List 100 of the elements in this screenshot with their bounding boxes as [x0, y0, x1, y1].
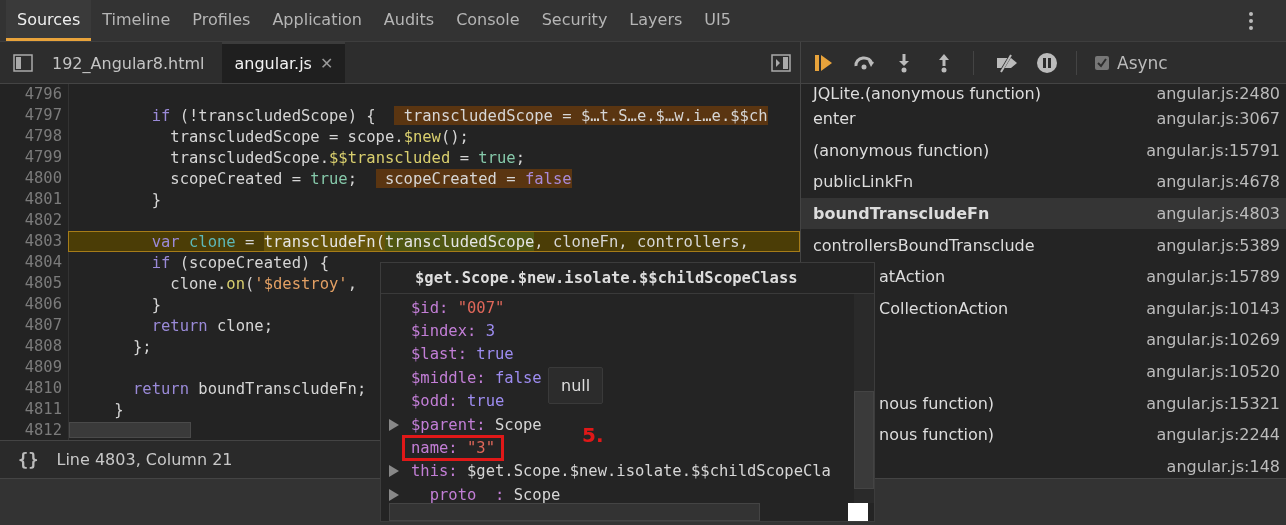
code-token: if: [150, 253, 171, 272]
source-location: angular.js:15789: [1146, 267, 1280, 287]
code-token: transcludedScope.: [169, 148, 329, 167]
code-token: $$transcluded: [328, 148, 451, 167]
function-name: CollectionAction: [879, 298, 1009, 318]
call-frame-row[interactable]: controllersBoundTransclude angular.js:5389: [801, 229, 1286, 261]
code-token: true: [478, 148, 516, 167]
expand-triangle-icon[interactable]: [389, 488, 399, 501]
annotation-number: 5.: [582, 423, 604, 447]
async-label: Async: [1117, 52, 1168, 73]
code-token: var: [150, 232, 180, 251]
code-token: transcludedScope = scope.: [169, 127, 404, 146]
inline-value: scopeCreated =: [375, 169, 525, 188]
source-location: angular.js:10520: [1146, 362, 1280, 382]
panel-tab[interactable]: Sources: [6, 0, 92, 41]
property: $id: "007": [410, 297, 506, 319]
expand-triangle-icon[interactable]: [389, 465, 399, 478]
highlighted-property: name: "3": [402, 435, 504, 462]
line-number: 4799: [0, 147, 69, 168]
inline-value: transcludedScope: [385, 232, 535, 251]
more-menu-icon[interactable]: [1248, 10, 1254, 31]
code-token: return: [132, 379, 189, 398]
line-number: 4809: [0, 357, 69, 378]
code-token: };: [132, 337, 152, 356]
file-tab[interactable]: angular.js ✕: [222, 42, 346, 83]
code-token: '$destroy': [254, 274, 348, 293]
call-frame-row[interactable]: enter angular.js:3067: [801, 103, 1286, 135]
function-name: controllersBoundTransclude: [813, 235, 1035, 255]
line-number: 4802: [0, 210, 69, 231]
code-token: return: [150, 316, 208, 335]
call-frame-row[interactable]: JQLite.(anonymous function) angular.js:2480: [801, 84, 1286, 103]
code-token: $new: [403, 127, 441, 146]
panel-tab[interactable]: Audits: [372, 0, 446, 41]
scrollbar-thumb[interactable]: [69, 422, 191, 438]
function-name: atAction: [879, 267, 946, 287]
panel-tab[interactable]: Console: [445, 0, 531, 41]
panel-tab[interactable]: Application: [261, 0, 373, 41]
code-token: boundTranscludeFn;: [197, 379, 367, 398]
code-token: =: [244, 232, 256, 251]
line-number: 4806: [0, 294, 69, 315]
call-frame-row[interactable]: (anonymous function) angular.js:15791: [801, 134, 1286, 167]
scrollbar-track[interactable]: [854, 294, 874, 503]
call-frame-row[interactable]: publicLinkFn angular.js:4678: [801, 166, 1286, 198]
property: $odd: true: [410, 391, 506, 413]
code-token: (: [245, 274, 255, 293]
code-token: ;: [347, 169, 358, 188]
function-name: boundTranscludeFn: [813, 204, 990, 224]
expand-triangle-icon[interactable]: [389, 418, 399, 431]
sidebar-toggle-icon[interactable]: [770, 51, 792, 74]
code-token: }: [113, 400, 124, 419]
property: __proto__: Scope: [410, 484, 562, 503]
function-name: (anonymous function): [813, 140, 990, 160]
source-location: angular.js:15321: [1146, 393, 1280, 413]
source-location: angular.js:3067: [1156, 109, 1280, 129]
source-location: angular.js:5389: [1156, 235, 1280, 255]
scrollbar-thumb[interactable]: [389, 503, 761, 521]
panel-tab[interactable]: UI5: [693, 0, 742, 41]
line-number: 4804: [0, 252, 69, 273]
inline-value: transcludedScope = $…t.S…e.$…w.i…e.$$ch: [394, 106, 768, 125]
property: $middle: false: [410, 367, 543, 389]
line-number: 4808: [0, 336, 69, 357]
property: this: $get.Scope.$new.isolate.$$childScopeCla: [410, 461, 832, 483]
code-token: (scopeCreated) {: [178, 253, 329, 272]
property: $last: true: [410, 344, 515, 366]
function-name: enter: [813, 109, 856, 129]
pretty-print-button[interactable]: {}: [18, 449, 39, 470]
line-number: 4797: [0, 105, 69, 126]
call-frame-row[interactable]: boundTranscludeFn angular.js:4803: [801, 197, 1286, 230]
line-number: 4807: [0, 315, 69, 336]
code-token: , cloneFn, controllers,: [534, 232, 750, 251]
line-number: 4810: [0, 378, 69, 399]
source-location: angular.js:10143: [1146, 298, 1280, 318]
code-token: true: [310, 169, 348, 188]
sidebar-toggle-icon[interactable]: [12, 51, 34, 74]
scrollbar-thumb[interactable]: [854, 391, 874, 489]
checkbox[interactable]: [1095, 55, 1109, 70]
line-number: 4811: [0, 399, 69, 420]
scrollbar-corner: [848, 503, 868, 521]
source-location: angular.js:4678: [1156, 172, 1280, 192]
line-number: 4796: [0, 84, 69, 105]
source-location: angular.js:4803: [1156, 204, 1280, 224]
source-location: angular.js:15791: [1146, 140, 1280, 160]
check-icon: [1097, 57, 1107, 68]
panel-tab[interactable]: Timeline: [91, 0, 182, 41]
function-name: nous function): [879, 393, 995, 413]
tooltip: null: [548, 367, 604, 404]
close-tab-button[interactable]: ✕: [319, 54, 334, 73]
function-name: publicLinkFn: [813, 172, 914, 192]
panel-tab[interactable]: Layers: [618, 0, 694, 41]
file-tab[interactable]: 192_Angular8.html: [40, 42, 217, 83]
pause-icon[interactable]: [1036, 51, 1058, 74]
async-checkbox[interactable]: Async: [1095, 52, 1168, 73]
code-token: on: [226, 274, 245, 293]
panel-tab[interactable]: Security: [530, 0, 619, 41]
code-token: scopeCreated =: [169, 169, 302, 188]
code-token: }: [150, 190, 161, 209]
cursor-position: Line 4803, Column 21: [56, 450, 233, 469]
inline-value: transcludeFn(: [263, 232, 385, 251]
code-token: ,: [347, 274, 357, 293]
panel-tab[interactable]: Profiles: [181, 0, 262, 41]
